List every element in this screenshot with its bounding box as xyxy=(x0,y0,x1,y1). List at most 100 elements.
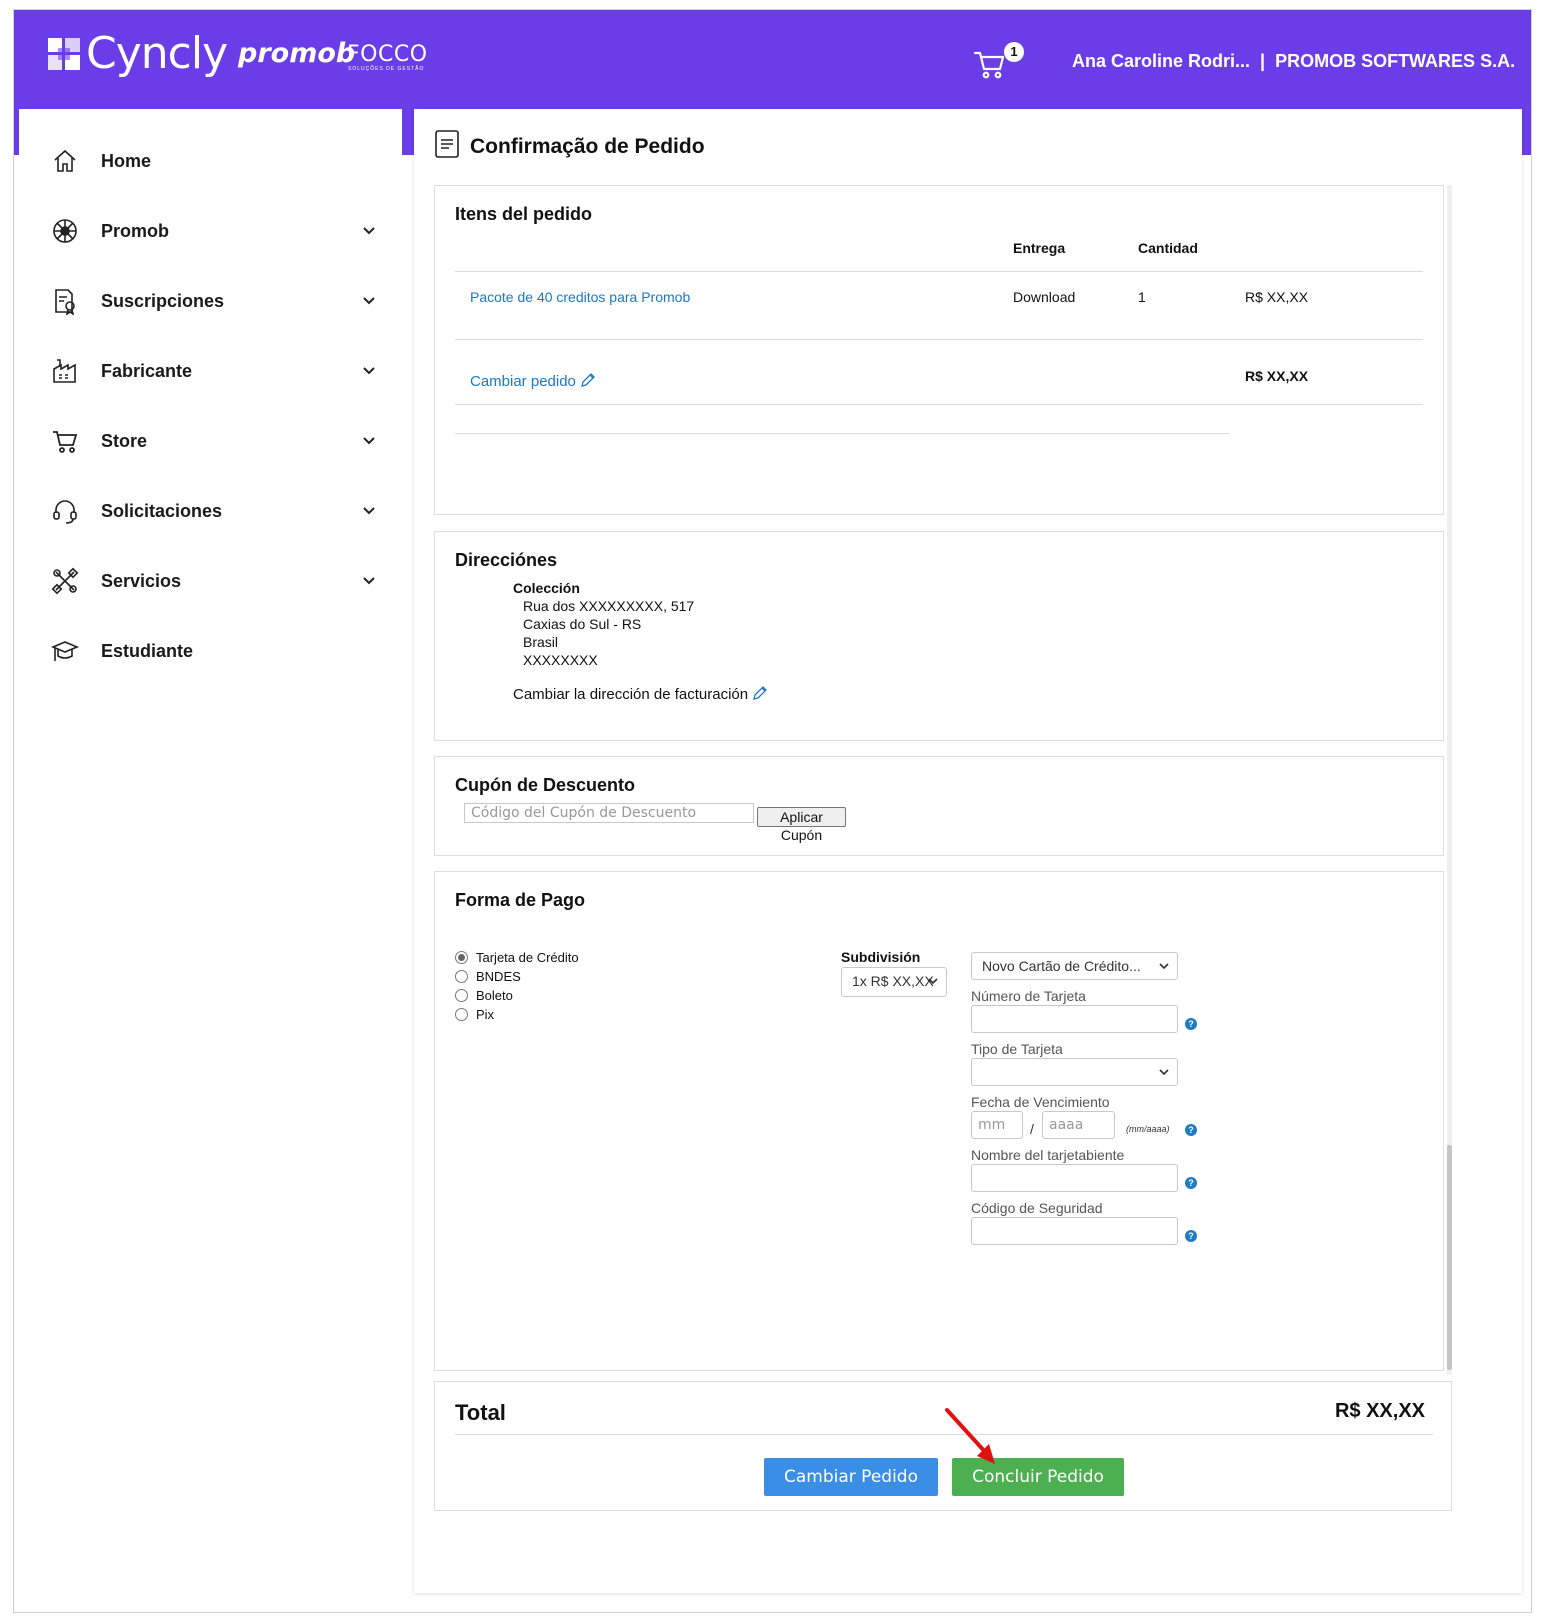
graduation-cap-icon xyxy=(51,641,79,661)
payment-method-label: Tarjeta de Crédito xyxy=(476,950,579,965)
address-line: Rua dos XXXXXXXXX, 517 xyxy=(523,598,695,614)
sidebar-item-solicitaciones[interactable]: Solicitaciones xyxy=(19,485,402,541)
addresses-card: Direcciónes Colección Rua dos XXXXXXXXX,… xyxy=(434,531,1444,741)
tools-icon xyxy=(51,567,79,595)
apply-coupon-button[interactable]: Aplicar Cupón xyxy=(757,807,846,843)
sidebar-item-estudiante[interactable]: Estudiante xyxy=(19,625,402,681)
help-icon[interactable]: ? xyxy=(1185,1124,1197,1136)
arrow-annotation-icon xyxy=(945,1408,995,1464)
change-billing-address-label: Cambiar la dirección de facturación xyxy=(513,686,749,703)
payment-method-label: Pix xyxy=(476,1007,495,1022)
payment-method-credit-card[interactable]: Tarjeta de Crédito xyxy=(455,950,579,965)
expiry-label: Fecha de Vencimiento xyxy=(971,1094,1110,1110)
order-subtotal: R$ XX,XX xyxy=(1245,368,1309,384)
coupon-card: Cupón de Descuento Código del Cupón de D… xyxy=(434,756,1444,856)
addresses-title: Direcciónes xyxy=(455,550,558,570)
payment-method-bndes[interactable]: BNDES xyxy=(455,969,521,984)
coupon-title: Cupón de Descuento xyxy=(455,775,636,795)
saved-card-value: Novo Cartão de Crédito... xyxy=(982,958,1141,974)
sidebar-item-label: Promob xyxy=(101,221,170,241)
chevron-down-icon xyxy=(363,437,375,445)
chevron-down-icon xyxy=(928,978,938,985)
main-content: Confirmação de Pedido Itens del pedido E… xyxy=(414,109,1522,1593)
scrollbar[interactable] xyxy=(1447,185,1452,1375)
user-account-label: Ana Caroline Rodri... | PROMOB SOFTWARES… xyxy=(1072,51,1516,71)
page-title: Confirmação de Pedido xyxy=(470,135,705,158)
cyncly-logo-icon xyxy=(48,38,80,70)
card-type-select[interactable] xyxy=(971,1058,1178,1086)
focco-logo: FOCCO xyxy=(347,42,428,67)
sidebar-item-label: Estudiante xyxy=(101,641,194,661)
order-item-price: R$ XX,XX xyxy=(1245,289,1309,305)
sidebar-item-home[interactable]: Home xyxy=(19,135,402,191)
headset-icon xyxy=(53,500,77,524)
sidebar-item-promob[interactable]: Promob xyxy=(19,205,402,261)
pencil-icon xyxy=(581,373,595,387)
cart-count-badge: 1 xyxy=(1004,42,1024,62)
scrollbar-thumb[interactable] xyxy=(1447,1145,1452,1370)
user-menu[interactable]: Ana Caroline Rodri... | PROMOB SOFTWARES… xyxy=(1072,51,1531,72)
radio-selected[interactable] xyxy=(455,951,468,964)
sidebar-item-servicios[interactable]: Servicios xyxy=(19,555,402,611)
sidebar-item-label: Solicitaciones xyxy=(101,501,223,521)
payment-method-label: Boleto xyxy=(476,988,513,1003)
change-order-button[interactable]: Cambiar Pedido xyxy=(764,1458,938,1496)
sidebar-item-suscripciones[interactable]: Suscripciones xyxy=(19,275,402,331)
divider xyxy=(455,271,1423,272)
cardholder-name-input[interactable] xyxy=(971,1164,1178,1192)
payment-method-label: BNDES xyxy=(476,969,521,984)
payment-method-boleto[interactable]: Boleto xyxy=(455,988,513,1003)
order-item-link[interactable]: Pacote de 40 creditos para Promob xyxy=(470,289,690,305)
coupon-code-input[interactable]: Código del Cupón de Descuento xyxy=(464,803,754,823)
radio-unselected[interactable] xyxy=(455,1008,468,1021)
address-subtitle: Colección xyxy=(513,580,580,596)
change-billing-address-link[interactable]: Cambiar la dirección de facturación xyxy=(513,685,768,703)
document-icon xyxy=(435,130,459,158)
sidebar-item-label: Home xyxy=(101,151,152,171)
payment-card: Forma de Pago Tarjeta de Crédito BNDES B… xyxy=(434,871,1444,1371)
radio-unselected[interactable] xyxy=(455,970,468,983)
address-line: Brasil xyxy=(523,634,559,650)
saved-card-select[interactable]: Novo Cartão de Crédito... xyxy=(971,952,1178,980)
order-item-quantity: 1 xyxy=(1138,289,1146,305)
payment-method-pix[interactable]: Pix xyxy=(455,1007,494,1022)
promob-icon xyxy=(53,219,77,243)
divider xyxy=(455,433,1230,434)
order-items-title: Itens del pedido xyxy=(455,204,593,224)
chevron-down-icon xyxy=(363,577,375,585)
factory-icon xyxy=(53,359,76,383)
cart-icon xyxy=(53,431,78,453)
chevron-down-icon xyxy=(363,507,375,515)
expiry-separator: / xyxy=(1030,1121,1034,1137)
expiry-year-input[interactable]: aaaa xyxy=(1042,1111,1115,1139)
total-card: Total R$ XX,XX Cambiar Pedido Concluir P… xyxy=(434,1381,1452,1511)
subdivision-select[interactable]: 1x R$ XX,XX xyxy=(841,967,947,997)
app-window: Cyncly promob FOCCO SOLUÇÕES DE GESTÃO 1… xyxy=(13,9,1532,1613)
divider xyxy=(455,339,1423,340)
card-type-label: Tipo de Tarjeta xyxy=(971,1041,1063,1057)
radio-unselected[interactable] xyxy=(455,989,468,1002)
card-number-input[interactable] xyxy=(971,1005,1178,1033)
order-item-delivery: Download xyxy=(1013,289,1076,305)
sidebar-item-fabricante[interactable]: Fabricante xyxy=(19,345,402,401)
security-code-label: Código de Seguridad xyxy=(971,1200,1103,1216)
help-icon[interactable]: ? xyxy=(1185,1177,1197,1189)
payment-title: Forma de Pago xyxy=(455,890,586,910)
subscription-icon xyxy=(55,289,75,315)
change-order-link[interactable]: Cambiar pedido xyxy=(470,372,596,390)
chevron-down-icon xyxy=(363,367,375,375)
expiry-month-input[interactable]: mm xyxy=(971,1111,1023,1139)
help-icon[interactable]: ? xyxy=(1185,1230,1197,1242)
subdivision-label: Subdivisión xyxy=(841,949,921,965)
sidebar: Home Promob Suscripciones Fabricante Sto… xyxy=(19,109,402,1612)
cart-icon[interactable] xyxy=(972,46,1008,82)
card-number-label: Número de Tarjeta xyxy=(971,988,1086,1004)
sidebar-item-label: Store xyxy=(101,431,148,451)
sidebar-item-store[interactable]: Store xyxy=(19,415,402,471)
divider xyxy=(455,404,1423,405)
chevron-down-icon xyxy=(1159,963,1169,970)
column-header-delivery: Entrega xyxy=(1013,240,1066,256)
security-code-input[interactable] xyxy=(971,1217,1178,1245)
subdivision-value: 1x R$ XX,XX xyxy=(852,973,934,989)
help-icon[interactable]: ? xyxy=(1185,1018,1197,1030)
